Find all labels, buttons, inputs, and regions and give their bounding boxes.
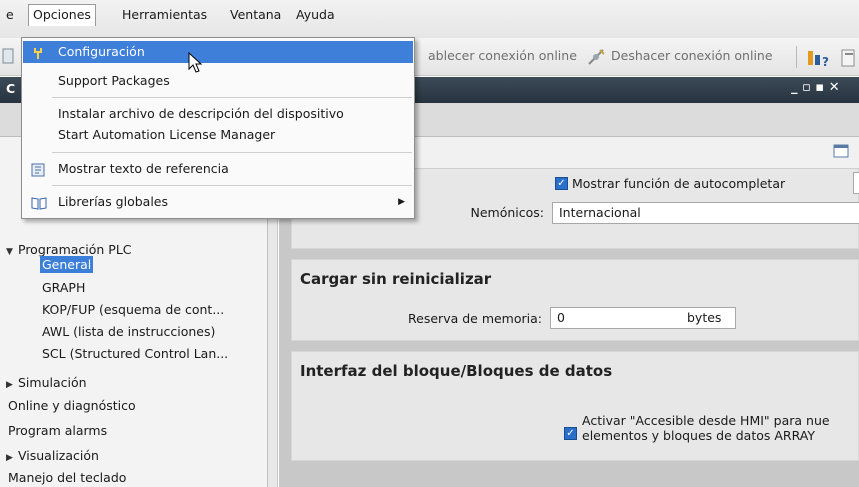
menu-item-instalar-gsd[interactable]: Instalar archivo de descripción del disp… [23,103,413,125]
reload-settings-panel: Cargar sin reinicializar Reserva de memo… [291,259,859,341]
accessible-devices-icon[interactable]: ? [806,47,834,72]
tree-item-visualizacion[interactable]: ▶ Visualización [6,445,99,467]
svg-text:?: ? [822,55,829,69]
library-book-icon [31,195,47,217]
reload-section-title: Cargar sin reinicializar [300,270,492,288]
go-online-button[interactable]: ablecer conexión online [428,48,577,63]
mnemonics-select[interactable]: Internacional [552,202,859,224]
menu-item-global-libraries[interactable]: Librerías globales ▶ [23,191,413,213]
interface-section-title: Interfaz del bloque/Bloques de datos [300,362,613,380]
menu-separator [52,185,412,186]
menu-opciones[interactable]: Opciones [28,4,96,26]
tree-item-graph[interactable]: GRAPH [42,277,85,299]
menu-separator [52,97,412,98]
menu-separator [52,152,412,153]
autocomplete-checkbox[interactable]: ✓ [555,177,568,190]
toolbar-separator [796,46,797,68]
menu-ayuda[interactable]: Ayuda [292,4,339,26]
mouse-cursor-icon [187,51,207,79]
collapse-arrow-icon[interactable]: ▶ [6,374,18,396]
autocomplete-label: Mostrar función de autocompletar [572,176,786,191]
menu-herramientas[interactable]: Herramientas [118,4,211,26]
collapse-arrow-icon[interactable]: ▶ [6,447,18,469]
memory-reserve-label: Reserva de memoria: [408,311,542,326]
panel-layout-icon[interactable] [832,142,852,165]
toolbar-extra-icon[interactable] [840,47,859,72]
tree-item-online-diagnostico[interactable]: Online y diagnóstico [8,395,136,417]
menu-item-configuracion-label: Configuración [58,44,145,59]
tree-item-simulacion[interactable]: ▶ Simulación [6,372,87,394]
memory-reserve-input[interactable]: 0 [557,308,565,328]
menu-ventana[interactable]: Ventana [226,4,285,26]
hmi-accessible-checkbox[interactable]: ✓ [564,427,577,440]
menu-item-license-manager[interactable]: Start Automation License Manager [23,124,413,146]
menu-item-support-packages[interactable]: Support Packages [23,70,413,92]
tree-item-scl[interactable]: SCL (Structured Control Lan... [42,343,228,365]
menu-edge-item[interactable]: e [2,4,18,26]
toolbar-edge-icon[interactable] [2,47,16,68]
memory-reserve-input-group: 0 bytes [550,307,736,329]
mnemonics-label: Nemónicos: [470,205,544,220]
memory-unit-label: bytes [687,310,722,325]
menu-item-configuracion[interactable]: Configuración [23,41,413,63]
submenu-arrow-icon: ▶ [398,197,405,207]
tree-item-manejo-teclado[interactable]: Manejo del teclado [8,467,126,487]
wrench-icon [31,45,45,67]
title-glyph: C [6,81,16,96]
tree-item-general[interactable]: General [40,254,94,276]
interface-settings-panel: Interfaz del bloque/Bloques de datos ✓ A… [291,351,859,461]
expand-arrow-icon[interactable]: ▼ [6,241,18,263]
tree-item-kop-fup[interactable]: KOP/FUP (esquema de cont... [42,299,224,321]
hmi-accessible-label-line1: Activar "Accesible desde HMI" para nue [582,413,830,428]
disconnect-online-icon[interactable] [586,47,606,70]
side-field-edge[interactable] [853,172,859,194]
menu-bar: e Opciones Herramientas Ventana Ayuda [0,0,859,38]
tree-item-awl[interactable]: AWL (lista de instrucciones) [42,321,215,343]
hmi-accessible-label-line2: elementos y bloques de datos ARRAY [582,428,815,443]
window-controls[interactable]: _ ▫ ▪ ✕ [791,80,840,95]
menu-item-reference-text[interactable]: Mostrar texto de referencia [23,158,413,180]
opciones-dropdown-menu: Configuración Support Packages Instalar … [21,37,415,219]
reference-text-icon [31,162,45,184]
tree-item-program-alarms[interactable]: Program alarms [8,420,107,442]
go-offline-button[interactable]: Deshacer conexión online [611,48,773,63]
